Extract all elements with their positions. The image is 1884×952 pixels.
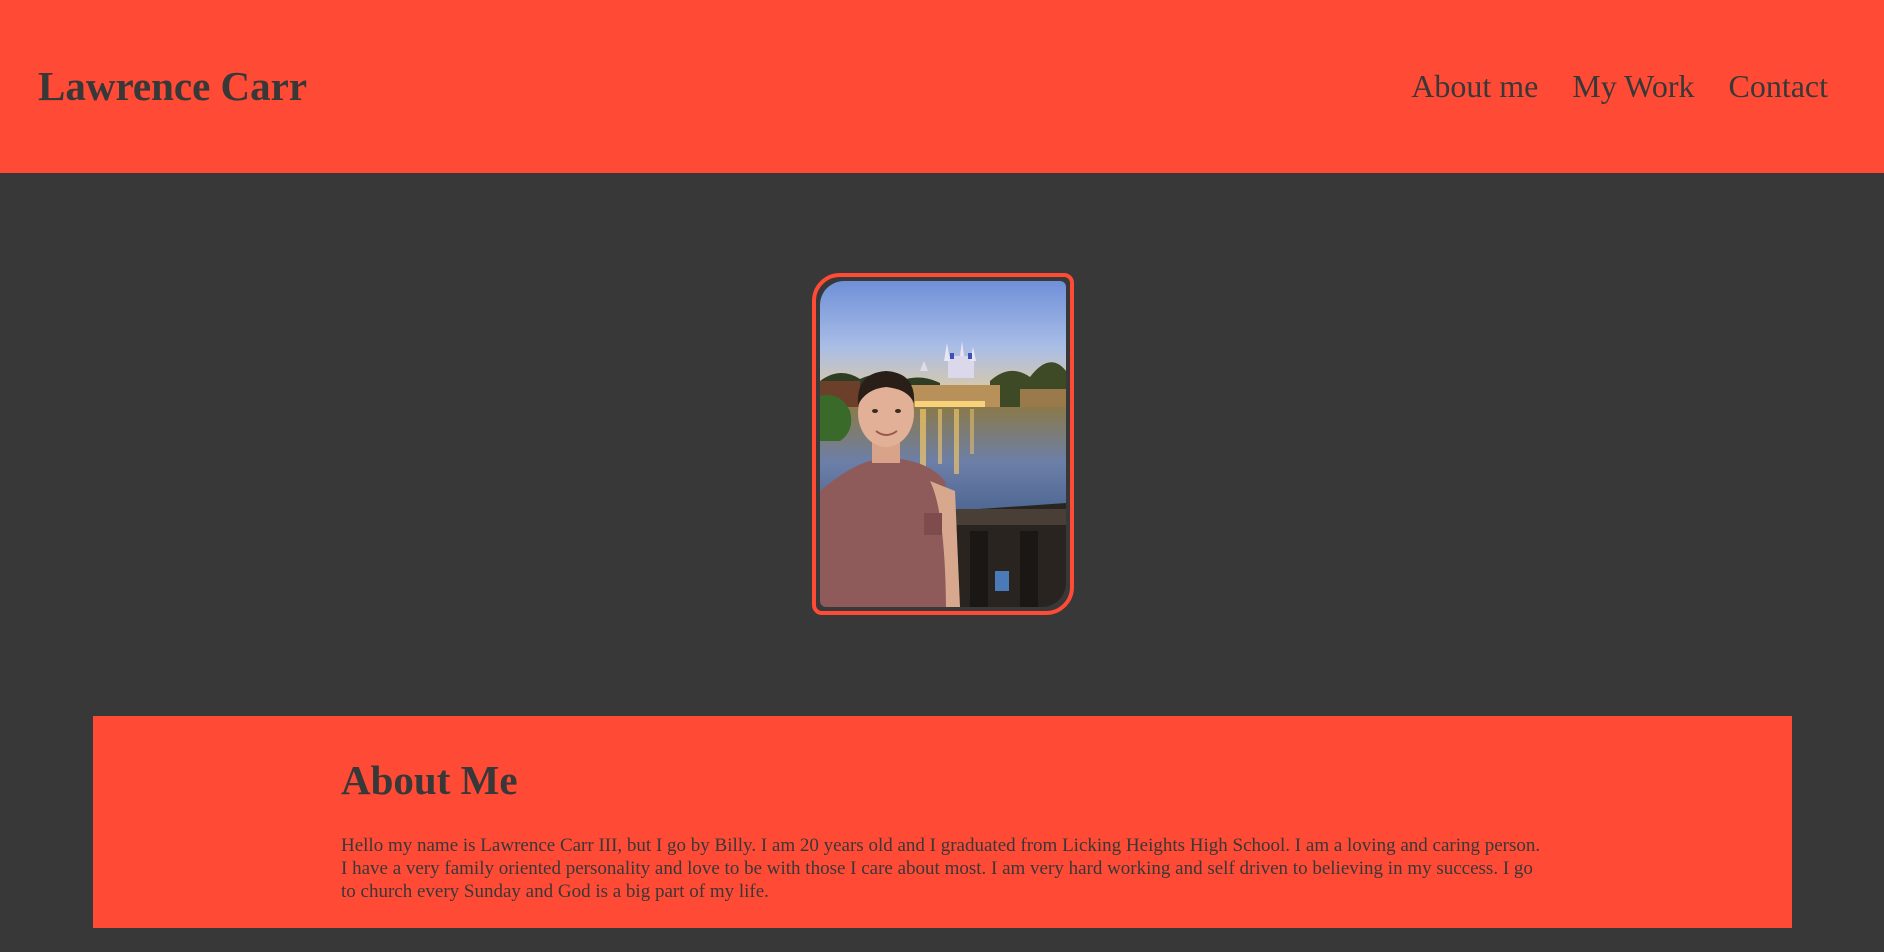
profile-photo-frame xyxy=(812,273,1074,615)
site-title[interactable]: Lawrence Carr xyxy=(38,58,307,114)
about-section: About Me Hello my name is Lawrence Carr … xyxy=(93,716,1792,928)
about-text: Hello my name is Lawrence Carr III, but … xyxy=(341,835,1541,902)
site-header: Lawrence Carr About me My Work Contact xyxy=(0,0,1884,173)
nav-link-contact[interactable]: Contact xyxy=(1728,64,1828,108)
about-heading: About Me xyxy=(341,757,518,803)
nav-link-about-me[interactable]: About me xyxy=(1411,64,1538,108)
profile-photo xyxy=(820,281,1066,607)
main-nav: About me My Work Contact xyxy=(1411,64,1828,108)
nav-link-my-work[interactable]: My Work xyxy=(1572,64,1694,108)
